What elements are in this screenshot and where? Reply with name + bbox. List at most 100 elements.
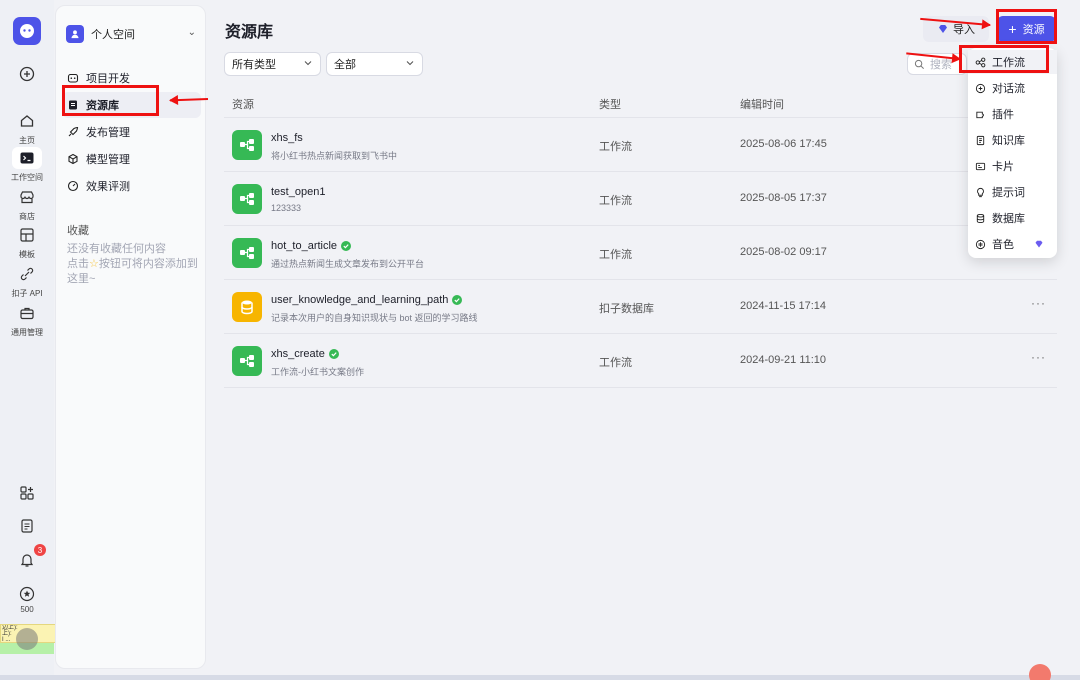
star-icon: ☆ — [89, 258, 99, 270]
nav-item-models[interactable]: 模型管理 — [62, 146, 201, 172]
menu-item-prompt[interactable]: 提示词 — [968, 180, 1057, 204]
resource-name-text: hot_to_article — [271, 240, 338, 252]
resource-type: 扣子数据库 — [599, 303, 654, 315]
more-actions-button[interactable]: ··· — [1031, 350, 1046, 364]
resource-desc: 记录本次用户的自身知识现状与 bot 返回的学习路线 — [271, 313, 478, 323]
points-button[interactable]: 500 — [0, 586, 54, 614]
menu-item-knowledge[interactable]: 知识库 — [968, 128, 1057, 152]
gem-icon — [939, 25, 947, 33]
card-icon — [975, 162, 986, 170]
database-icon — [976, 213, 985, 223]
nav-item-publish[interactable]: 发布管理 — [62, 119, 201, 145]
notifications-button[interactable]: 3 — [0, 544, 54, 568]
menu-item-plugin[interactable]: 插件 — [968, 102, 1057, 126]
user-icon — [71, 30, 79, 39]
workflow-icon — [232, 346, 262, 376]
menu-item-card[interactable]: 卡片 — [968, 154, 1057, 178]
workflow-icon — [232, 238, 262, 268]
table-row[interactable]: xhs_create 工作流-小红书文案创作 工作流 2024-09-21 11… — [224, 334, 1057, 388]
search-icon — [914, 59, 924, 69]
database-icon — [232, 292, 262, 322]
type-filter-value: 所有类型 — [232, 59, 276, 71]
premium-gem-icon — [1035, 240, 1043, 248]
verified-icon — [341, 241, 352, 251]
docs-button[interactable] — [0, 518, 54, 534]
space-avatar — [66, 25, 84, 43]
workflow-icon — [232, 184, 262, 214]
resource-type: 工作流 — [599, 141, 632, 153]
scope-filter-select[interactable]: 全部 — [326, 52, 423, 76]
rail-item-label: 扣子 API — [11, 289, 43, 298]
resource-name: xhs_fs — [271, 132, 303, 144]
space-switcher[interactable]: 个人空间 ⌄ — [66, 24, 196, 44]
favorites-empty-text: 还没有收藏任何内容 点击☆按钮可将内容添加到这里~ — [67, 242, 201, 287]
resource-name-text: xhs_fs — [271, 132, 303, 144]
menu-item-chatflow[interactable]: 对话流 — [968, 76, 1057, 100]
create-button[interactable] — [0, 66, 54, 82]
rail-item-admin[interactable]: 通用管理 — [0, 302, 54, 338]
menu-item-label: 插件 — [992, 109, 1014, 121]
resource-time: 2025-08-05 17:37 — [740, 192, 827, 204]
resource-time: 2024-11-15 17:14 — [740, 300, 827, 312]
favorites-empty-line: 还没有收藏任何内容 — [67, 243, 166, 255]
rail-item-label: 主页 — [19, 136, 35, 145]
home-icon — [20, 115, 34, 127]
points-count: 500 — [20, 605, 34, 614]
table-header: 资源 类型 编辑时间 — [224, 88, 1057, 118]
resource-desc: 通过热点新闻生成文章发布到公开平台 — [271, 259, 425, 269]
chevron-down-icon — [406, 61, 414, 66]
rail-item-api[interactable]: 扣子 API — [0, 263, 54, 299]
nav-item-label: 项目开发 — [86, 73, 130, 85]
apps-button[interactable] — [0, 485, 54, 501]
store-icon — [20, 191, 34, 204]
rail-item-label: 模板 — [19, 250, 35, 259]
table-row[interactable]: hot_to_article 通过热点新闻生成文章发布到公开平台 工作流 202… — [224, 226, 1057, 280]
column-type: 类型 — [599, 99, 621, 111]
column-resource: 资源 — [232, 99, 254, 111]
resource-desc: 123333 — [271, 203, 302, 213]
resource-desc: 将小红书热点新闻获取到飞书中 — [271, 151, 398, 161]
menu-item-database[interactable]: 数据库 — [968, 206, 1057, 230]
resource-time: 2025-08-02 09:17 — [740, 246, 827, 258]
resource-type: 工作流 — [599, 357, 632, 369]
rail-item-label: 通用管理 — [11, 328, 43, 337]
prompt-icon — [977, 187, 984, 197]
assistant-bubble[interactable] — [1029, 664, 1051, 680]
document-icon — [21, 519, 33, 533]
star-coin-icon — [19, 586, 35, 602]
nav-item-evaluation[interactable]: 效果评测 — [62, 173, 201, 199]
rail-item-store[interactable]: 商店 — [0, 186, 54, 222]
coze-logo[interactable] — [13, 17, 41, 45]
nav-item-label: 效果评测 — [86, 181, 130, 193]
chevron-down-icon — [304, 61, 312, 66]
rocket-icon — [68, 126, 79, 137]
type-filter-select[interactable]: 所有类型 — [224, 52, 321, 76]
knowledge-icon — [976, 135, 985, 145]
menu-item-voice[interactable]: 音色 — [968, 232, 1057, 256]
column-edit-time: 编辑时间 — [740, 99, 784, 111]
bot-icon — [67, 73, 79, 83]
space-name: 个人空间 — [91, 29, 135, 41]
workflow-icon — [232, 130, 262, 160]
resource-name: test_open1 — [271, 186, 325, 198]
menu-item-label: 卡片 — [992, 161, 1014, 173]
layout-icon — [20, 228, 34, 242]
resource-type: 工作流 — [599, 195, 632, 207]
horizontal-scrollbar[interactable] — [0, 675, 1080, 680]
table-row[interactable]: test_open1 123333 工作流 2025-08-05 17:37 — [224, 172, 1057, 226]
menu-item-label: 音色 — [992, 239, 1014, 251]
rail-item-label: 商店 — [19, 212, 35, 221]
rail-item-workspace[interactable]: 工作空间 — [0, 147, 54, 183]
plus-circle-icon — [19, 66, 35, 82]
menu-item-label: 对话流 — [992, 83, 1025, 95]
resource-name: user_knowledge_and_learning_path — [271, 294, 463, 306]
rail-item-home[interactable]: 主页 — [0, 110, 54, 146]
resource-name: xhs_create — [271, 348, 339, 360]
more-actions-button[interactable]: ··· — [1031, 296, 1046, 310]
table-row[interactable]: user_knowledge_and_learning_path 记录本次用户的… — [224, 280, 1057, 334]
apps-grid-icon — [20, 486, 34, 500]
table-row[interactable]: xhs_fs 将小红书热点新闻获取到飞书中 工作流 2025-08-06 17:… — [224, 118, 1057, 172]
resource-name-text: test_open1 — [271, 186, 326, 198]
rail-item-templates[interactable]: 模板 — [0, 224, 54, 260]
scope-filter-value: 全部 — [334, 59, 356, 71]
